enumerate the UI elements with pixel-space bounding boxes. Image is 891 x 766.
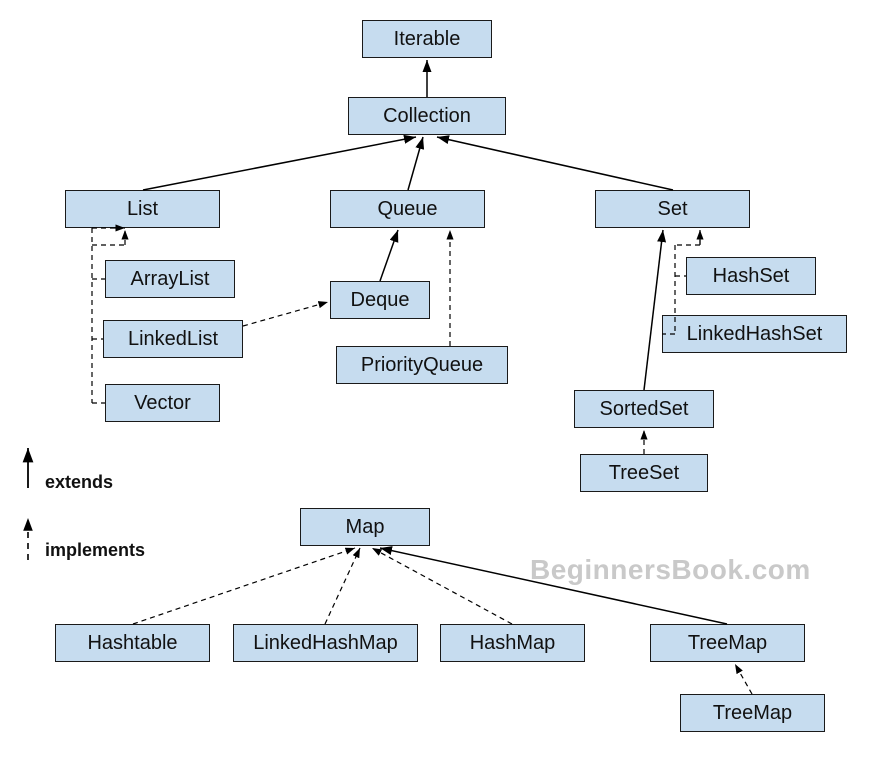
node-treeset: TreeSet (580, 454, 708, 492)
node-map: Map (300, 508, 430, 546)
node-arraylist: ArrayList (105, 260, 235, 298)
diagram-canvas: Iterable Collection List Queue Set Array… (0, 0, 891, 766)
node-hashset: HashSet (686, 257, 816, 295)
node-linkedlist: LinkedList (103, 320, 243, 358)
node-set: Set (595, 190, 750, 228)
node-treemap: TreeMap (650, 624, 805, 662)
node-iterable: Iterable (362, 20, 492, 58)
node-hashmap: HashMap (440, 624, 585, 662)
node-queue: Queue (330, 190, 485, 228)
node-sortedset: SortedSet (574, 390, 714, 428)
node-linkedhashset: LinkedHashSet (662, 315, 847, 353)
node-linkedhashmap: LinkedHashMap (233, 624, 418, 662)
legend-extends-label: extends (45, 472, 113, 493)
legend-implements-label: implements (45, 540, 145, 561)
watermark-text: BeginnersBook.com (530, 554, 811, 586)
node-hashtable: Hashtable (55, 624, 210, 662)
node-collection: Collection (348, 97, 506, 135)
node-list: List (65, 190, 220, 228)
node-deque: Deque (330, 281, 430, 319)
node-vector: Vector (105, 384, 220, 422)
node-treemap2: TreeMap (680, 694, 825, 732)
node-priorityqueue: PriorityQueue (336, 346, 508, 384)
